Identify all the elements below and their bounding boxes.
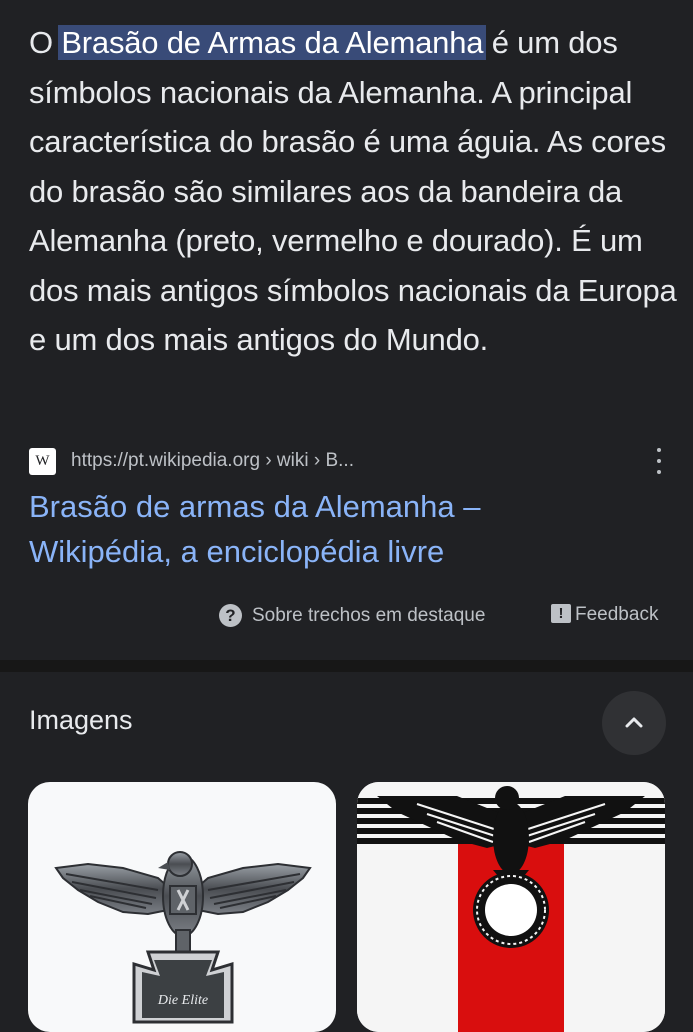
wikipedia-favicon-icon: W <box>29 447 56 475</box>
chevron-up-icon <box>625 717 643 728</box>
feedback-button[interactable]: ! Feedback <box>551 603 659 626</box>
result-title-line2[interactable]: Wikipédia, a enciclopédia livre <box>29 529 649 574</box>
help-circle-icon: ? <box>219 604 242 627</box>
snippet-footer: ? Sobre trechos em destaque ! Feedback <box>0 600 693 632</box>
more-options-icon[interactable] <box>649 448 669 474</box>
source-row[interactable]: W https://pt.wikipedia.org › wiki › B... <box>29 446 669 476</box>
featured-snippet-text: O Brasão de Armas da Alemanha é um dos s… <box>29 18 679 365</box>
snippet-prefix: O <box>29 25 62 60</box>
iron-cross-eagle-image: Die Elite <box>54 851 312 1024</box>
about-featured-snippets-button[interactable]: ? Sobre trechos em destaque <box>219 604 485 627</box>
card1-caption: Die Elite <box>157 993 208 1008</box>
image-result-iron-cross[interactable]: Die Elite <box>28 782 336 1032</box>
feedback-label: Feedback <box>575 604 659 625</box>
collapse-section-button[interactable] <box>602 691 666 755</box>
eagle-flag-image <box>357 782 665 1032</box>
feedback-icon: ! <box>551 603 571 623</box>
result-title-link[interactable]: Brasão de armas da Alemanha – Wikipédia,… <box>29 484 649 574</box>
image-result-eagle-flag[interactable] <box>357 782 665 1032</box>
section-divider <box>0 660 693 672</box>
source-url[interactable]: https://pt.wikipedia.org › wiki › B... <box>71 450 354 472</box>
snippet-highlight: Brasão de Armas da Alemanha <box>58 25 487 60</box>
images-heading: Imagens <box>29 705 133 735</box>
about-label: Sobre trechos em destaque <box>252 604 486 626</box>
result-title-line1[interactable]: Brasão de armas da Alemanha – <box>29 484 649 529</box>
snippet-rest: é um dos símbolos nacionais da Alemanha.… <box>29 25 677 357</box>
